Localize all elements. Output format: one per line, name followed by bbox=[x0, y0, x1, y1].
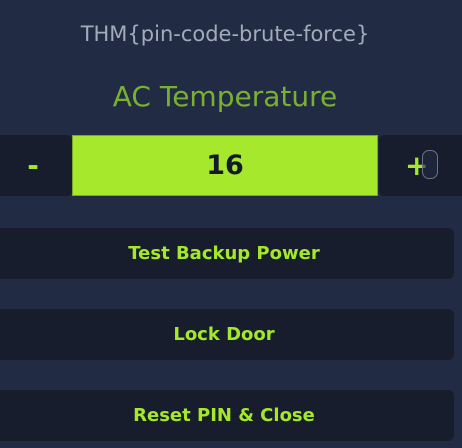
reset-pin-close-button[interactable]: Reset PIN & Close bbox=[0, 390, 454, 441]
test-backup-power-button[interactable]: Test Backup Power bbox=[0, 228, 454, 279]
scroll-handle[interactable] bbox=[422, 150, 438, 179]
page-title: AC Temperature bbox=[112, 80, 338, 113]
flag-text: THM{pin-code-brute-force} bbox=[80, 22, 370, 46]
decrease-temperature-button[interactable]: - bbox=[0, 135, 72, 196]
increase-temperature-button[interactable]: + bbox=[379, 135, 462, 196]
temperature-control: - 16 + bbox=[0, 135, 462, 196]
lock-door-button[interactable]: Lock Door bbox=[0, 309, 454, 360]
temperature-display: 16 bbox=[72, 135, 378, 196]
